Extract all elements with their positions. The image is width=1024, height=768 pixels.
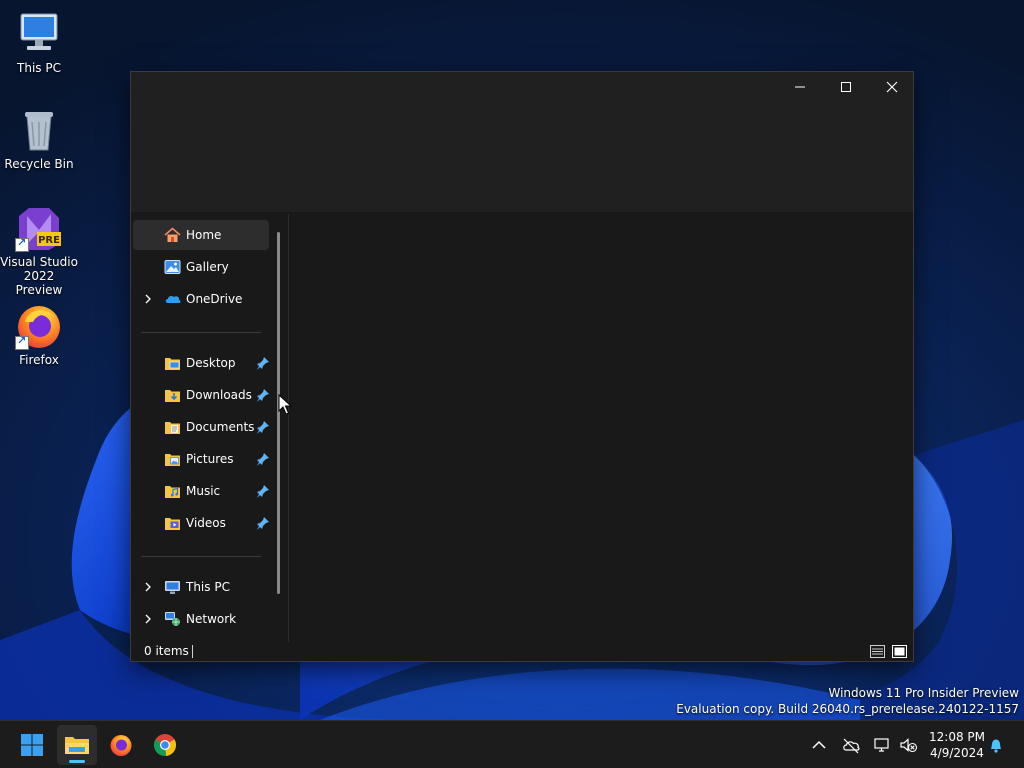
nav-item-documents[interactable]: Documents	[133, 412, 269, 442]
desktop-icon-visual-studio[interactable]: PRE Visual Studio 2022 Preview	[0, 204, 78, 297]
minimize-button[interactable]	[777, 72, 823, 102]
chevron-right-icon[interactable]	[142, 293, 154, 305]
desktop-folder-icon	[165, 358, 180, 370]
nav-item-label: OneDrive	[186, 292, 243, 306]
nav-item-this-pc[interactable]: This PC	[133, 572, 269, 602]
taskbar[interactable]: 12:08 PM 4/9/2024	[0, 720, 1024, 768]
clock[interactable]: 12:08 PM 4/9/2024	[924, 729, 990, 761]
visual-studio-icon: PRE	[15, 204, 63, 252]
active-app-indicator	[69, 760, 85, 763]
pin-icon[interactable]	[256, 516, 270, 530]
navigation-pane[interactable]: Home Gallery OneDrive Desktop Downloads …	[131, 212, 289, 642]
taskbar-chrome[interactable]	[145, 725, 185, 765]
clock-date: 4/9/2024	[930, 746, 984, 760]
speaker-muted-icon[interactable]	[898, 735, 918, 755]
nav-item-network[interactable]: Network	[133, 604, 269, 634]
vs-preview-badge: PRE	[38, 235, 60, 246]
title-bar[interactable]	[131, 72, 913, 212]
nav-item-label: Documents	[186, 420, 255, 434]
cloud-off-icon[interactable]	[841, 735, 861, 755]
nav-item-label: Videos	[186, 516, 226, 530]
tiles-view-icon	[892, 645, 907, 658]
chevron-right-icon[interactable]	[142, 581, 154, 593]
details-view-icon	[870, 645, 885, 658]
nav-separator	[141, 332, 261, 333]
clock-time: 12:08 PM	[929, 730, 985, 744]
chevron-right-icon[interactable]	[142, 613, 154, 625]
nav-item-home[interactable]: Home	[133, 220, 269, 250]
close-button[interactable]	[869, 72, 915, 102]
nav-item-label: Downloads	[186, 388, 252, 402]
computer-icon	[15, 10, 63, 58]
downloads-folder-icon	[165, 390, 180, 402]
pin-icon[interactable]	[256, 388, 270, 402]
gallery-icon	[164, 260, 181, 274]
nav-separator	[141, 556, 261, 557]
nav-item-label: Network	[186, 612, 237, 626]
windows-start-icon	[21, 734, 43, 756]
nav-item-videos[interactable]: Videos	[133, 508, 269, 538]
pin-icon[interactable]	[256, 484, 270, 498]
mouse-cursor-icon	[278, 394, 292, 415]
content-pane[interactable]	[289, 214, 913, 642]
watermark-edition: Windows 11 Pro Insider Preview	[828, 686, 1019, 700]
notification-bell-icon[interactable]	[986, 735, 1006, 755]
shortcut-arrow-icon	[15, 334, 29, 350]
maximize-button[interactable]	[823, 72, 869, 102]
pin-icon[interactable]	[256, 420, 270, 434]
documents-folder-icon	[165, 422, 180, 434]
nav-item-music[interactable]: Music	[133, 476, 269, 506]
music-folder-icon	[165, 486, 180, 498]
minimize-icon	[795, 86, 805, 88]
file-explorer-icon	[65, 737, 89, 754]
chevron-up-icon[interactable]	[809, 735, 829, 755]
start-button[interactable]	[12, 725, 52, 765]
taskbar-firefox[interactable]	[101, 725, 141, 765]
nav-item-downloads[interactable]: Downloads	[133, 380, 269, 410]
watermark-build: Evaluation copy. Build 26040.rs_prerelea…	[676, 702, 1019, 716]
onedrive-icon	[165, 295, 181, 303]
pictures-folder-icon	[165, 454, 180, 466]
nav-item-desktop[interactable]: Desktop	[133, 348, 269, 378]
status-bar: 0 items	[131, 642, 913, 661]
nav-item-label: Desktop	[186, 356, 236, 370]
desktop-icon-label: This PC	[17, 61, 61, 75]
nav-item-gallery[interactable]: Gallery	[133, 252, 269, 282]
desktop-icon-label: Recycle Bin	[4, 157, 74, 171]
nav-item-label: Music	[186, 484, 221, 498]
desktop-icon-recycle-bin[interactable]: Recycle Bin	[0, 106, 78, 171]
firefox-icon	[110, 735, 132, 756]
pin-icon[interactable]	[256, 452, 270, 466]
maximize-icon	[841, 82, 851, 92]
nav-item-pictures[interactable]: Pictures	[133, 444, 269, 474]
shortcut-arrow-icon	[15, 236, 29, 252]
taskbar-file-explorer[interactable]	[57, 725, 97, 765]
network-icon	[165, 612, 180, 626]
item-count: 0 items	[144, 644, 189, 658]
chrome-icon	[153, 734, 177, 757]
nav-item-onedrive[interactable]: OneDrive	[133, 284, 269, 314]
home-icon	[164, 227, 181, 242]
nav-item-label: This PC	[186, 580, 230, 594]
videos-folder-icon	[165, 518, 180, 530]
recycle-bin-icon	[15, 106, 63, 154]
details-view-button[interactable]	[869, 643, 886, 660]
desktop-icon-label: Visual Studio 2022 Preview	[0, 255, 78, 297]
nav-item-label: Pictures	[186, 452, 234, 466]
nav-item-label: Home	[186, 228, 222, 242]
pin-icon[interactable]	[256, 356, 270, 370]
large-icons-view-button[interactable]	[891, 643, 908, 660]
desktop-icon-label: Firefox	[19, 353, 59, 367]
nav-item-label: Gallery	[186, 260, 229, 274]
status-divider	[192, 645, 193, 658]
close-icon	[886, 81, 898, 93]
file-explorer-window[interactable]: Home Gallery OneDrive Desktop Downloads …	[130, 71, 914, 662]
evaluation-watermark: Windows 11 Pro Insider Preview Evaluatio…	[676, 685, 1019, 717]
this-pc-icon	[165, 581, 180, 594]
firefox-icon	[15, 302, 63, 350]
network-icon[interactable]	[872, 735, 892, 755]
desktop-icon-firefox[interactable]: Firefox	[0, 302, 78, 367]
desktop-icon-this-pc[interactable]: This PC	[0, 10, 78, 75]
